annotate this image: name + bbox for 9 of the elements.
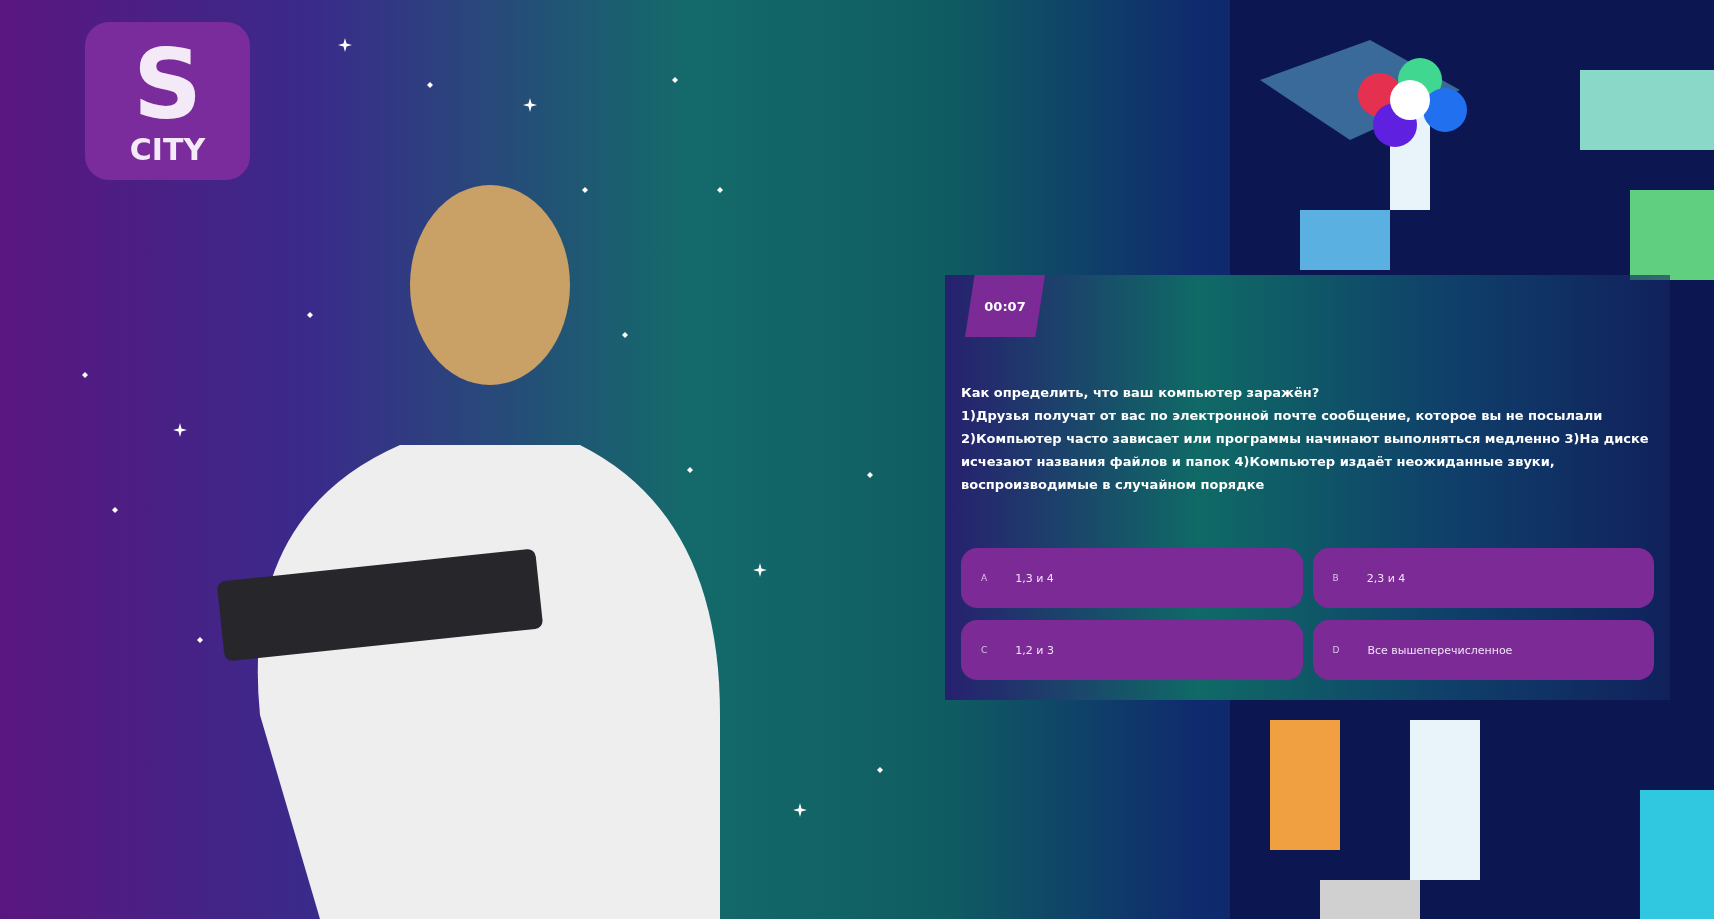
- logo-letter: S: [132, 36, 203, 133]
- timer: 00:07: [965, 275, 1045, 337]
- answer-option[interactable]: C 1,2 и 3: [961, 620, 1303, 680]
- logo-word: CITY: [129, 132, 206, 166]
- question-title: Как определить, что ваш компьютер заражён?: [961, 384, 1321, 402]
- answer-option[interactable]: D Все вышеперечисленное: [1312, 620, 1654, 680]
- answer-option[interactable]: A 1,3 и 4: [961, 548, 1303, 608]
- question-text: 1)Друзья получат от вас по электронной почте сообщение, которое вы не посылали 2)Компьютер часто зависает или программы начинают выполняться медленно 3)На диске исчезают названия файлов и папок 4)Компьютер издаёт неожиданные звуки, воспроизводимые в случайном порядке: [961, 407, 1650, 494]
- answer-option[interactable]: B 2,3 и 4: [1312, 548, 1654, 608]
